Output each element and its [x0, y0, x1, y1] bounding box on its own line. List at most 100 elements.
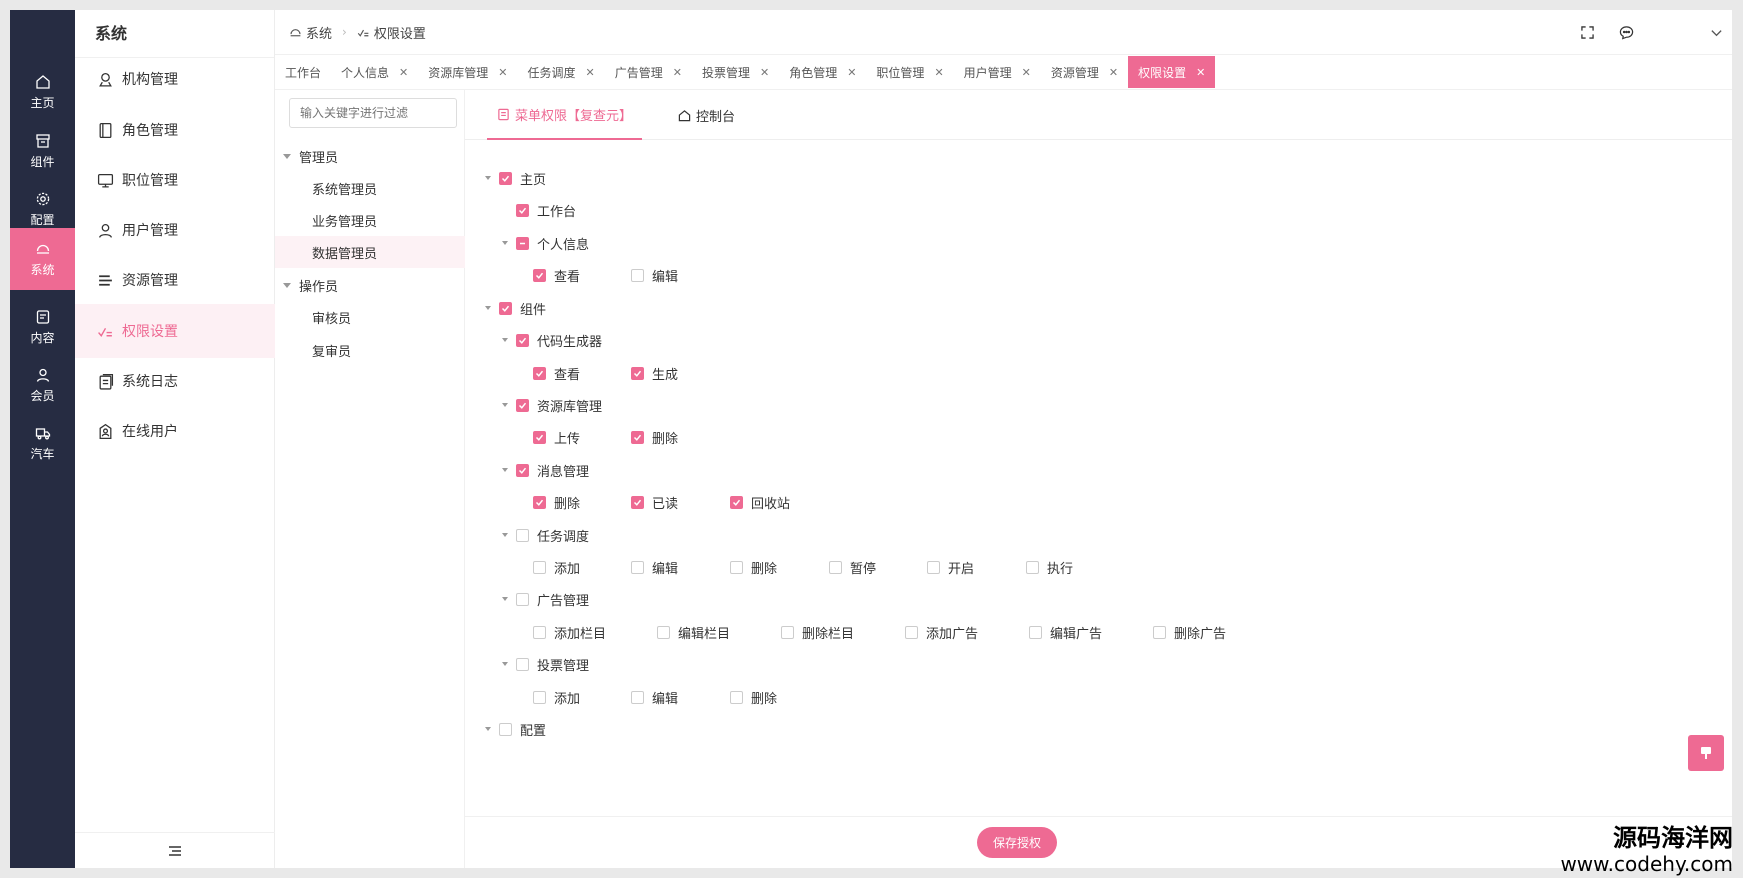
caret-down-icon[interactable]	[502, 338, 508, 342]
checkbox[interactable]	[631, 495, 644, 509]
tab-console[interactable]: 控制台	[678, 90, 735, 140]
role-group-admin[interactable]: 管理员	[275, 140, 465, 172]
perm-node-workbench[interactable]: 工作台	[516, 200, 576, 220]
perm-action[interactable]: 编辑	[631, 557, 678, 577]
perm-action[interactable]: 删除广告	[1153, 622, 1226, 642]
perm-action[interactable]: 删除	[730, 687, 777, 707]
tab-asset-library[interactable]: 资源库管理 ✕	[418, 56, 517, 88]
close-icon[interactable]: ✕	[934, 66, 943, 79]
tab-roles[interactable]: 角色管理 ✕	[779, 56, 866, 88]
perm-action[interactable]: 回收站	[730, 492, 790, 512]
close-icon[interactable]: ✕	[498, 66, 507, 79]
caret-down-icon[interactable]	[502, 241, 508, 245]
caret-down-icon[interactable]	[502, 662, 508, 666]
perm-action[interactable]: 上传	[533, 427, 580, 447]
role-group-operator[interactable]: 操作员	[275, 269, 465, 301]
perm-action[interactable]: 查看	[533, 363, 580, 383]
checkbox[interactable]	[533, 560, 546, 574]
sidebar-item-positions[interactable]: 职位管理	[75, 153, 275, 207]
fullscreen-icon[interactable]	[1579, 25, 1595, 41]
rail-item-content[interactable]: 内容	[10, 296, 75, 358]
checkbox[interactable]	[927, 560, 940, 574]
checkbox[interactable]	[499, 171, 512, 185]
perm-node-votes[interactable]: 投票管理	[502, 654, 589, 674]
save-permissions-button[interactable]: 保存授权	[977, 827, 1057, 858]
rail-item-system[interactable]: 系统	[10, 228, 75, 290]
perm-action[interactable]: 生成	[631, 363, 678, 383]
sidebar-item-users[interactable]: 用户管理	[75, 203, 275, 257]
caret-down-icon[interactable]	[502, 468, 508, 472]
perm-action[interactable]: 编辑栏目	[657, 622, 730, 642]
checkbox[interactable]	[516, 398, 529, 412]
checkbox[interactable]	[905, 625, 918, 639]
checkbox[interactable]	[829, 560, 842, 574]
checkbox[interactable]	[516, 203, 529, 217]
rail-item-home[interactable]: 主页	[10, 61, 75, 123]
role-filter-input[interactable]	[289, 98, 457, 128]
perm-action[interactable]: 添加	[533, 557, 580, 577]
rail-item-cars[interactable]: 汽车	[10, 412, 75, 474]
perm-action[interactable]: 编辑	[631, 687, 678, 707]
perm-action[interactable]: 添加	[533, 687, 580, 707]
tab-users[interactable]: 用户管理 ✕	[954, 56, 1041, 88]
chevron-down-icon[interactable]	[1708, 25, 1724, 41]
checkbox[interactable]	[516, 333, 529, 347]
caret-down-icon[interactable]	[502, 403, 508, 407]
checkbox[interactable]	[1029, 625, 1042, 639]
floating-action-button[interactable]	[1688, 735, 1724, 771]
perm-node-config[interactable]: 配置	[485, 719, 546, 739]
tab-profile[interactable]: 个人信息 ✕	[331, 56, 418, 88]
checkbox[interactable]	[499, 301, 512, 315]
checkbox[interactable]	[730, 560, 743, 574]
close-icon[interactable]: ✕	[1196, 66, 1205, 79]
checkbox[interactable]	[516, 463, 529, 477]
role-item[interactable]: 复审员	[275, 334, 465, 366]
role-item[interactable]: 业务管理员	[275, 204, 465, 236]
checkbox-indeterminate[interactable]	[516, 236, 529, 250]
rail-item-components[interactable]: 组件	[10, 120, 75, 182]
caret-down-icon[interactable]	[283, 153, 291, 159]
perm-node-assets[interactable]: 资源库管理	[502, 395, 602, 415]
role-item[interactable]: 审核员	[275, 301, 465, 333]
checkbox[interactable]	[533, 495, 546, 509]
perm-node-home[interactable]: 主页	[485, 168, 546, 188]
message-icon[interactable]	[1618, 25, 1634, 41]
perm-node-codegen[interactable]: 代码生成器	[502, 330, 602, 350]
checkbox[interactable]	[499, 722, 512, 736]
checkbox[interactable]	[631, 690, 644, 704]
checkbox[interactable]	[533, 625, 546, 639]
checkbox[interactable]	[533, 268, 546, 282]
tab-task-scheduling[interactable]: 任务调度 ✕	[517, 56, 604, 88]
checkbox[interactable]	[631, 268, 644, 282]
close-icon[interactable]: ✕	[847, 66, 856, 79]
checkbox[interactable]	[631, 560, 644, 574]
perm-node-tasks[interactable]: 任务调度	[502, 525, 589, 545]
tab-workbench[interactable]: 工作台	[275, 56, 331, 88]
checkbox[interactable]	[1153, 625, 1166, 639]
checkbox[interactable]	[730, 495, 743, 509]
sidebar-item-permissions[interactable]: 权限设置	[75, 304, 275, 358]
caret-down-icon[interactable]	[485, 727, 491, 731]
caret-down-icon[interactable]	[485, 306, 491, 310]
sidebar-item-org[interactable]: 机构管理	[75, 52, 275, 106]
tab-resources[interactable]: 资源管理 ✕	[1041, 56, 1128, 88]
checkbox[interactable]	[516, 592, 529, 606]
close-icon[interactable]: ✕	[760, 66, 769, 79]
close-icon[interactable]: ✕	[399, 66, 408, 79]
checkbox[interactable]	[657, 625, 670, 639]
perm-action[interactable]: 编辑	[631, 265, 678, 285]
perm-node-profile[interactable]: 个人信息	[502, 233, 589, 253]
checkbox[interactable]	[533, 430, 546, 444]
caret-down-icon[interactable]	[283, 282, 291, 288]
close-icon[interactable]: ✕	[673, 66, 682, 79]
checkbox[interactable]	[730, 690, 743, 704]
perm-node-ads[interactable]: 广告管理	[502, 589, 589, 609]
caret-down-icon[interactable]	[502, 533, 508, 537]
perm-action[interactable]: 执行	[1026, 557, 1073, 577]
role-item-selected[interactable]: 数据管理员	[275, 236, 465, 268]
checkbox[interactable]	[533, 690, 546, 704]
sidebar-item-roles[interactable]: 角色管理	[75, 103, 275, 157]
perm-action[interactable]: 添加栏目	[533, 622, 606, 642]
perm-action[interactable]: 暂停	[829, 557, 876, 577]
rail-item-members[interactable]: 会员	[10, 354, 75, 416]
